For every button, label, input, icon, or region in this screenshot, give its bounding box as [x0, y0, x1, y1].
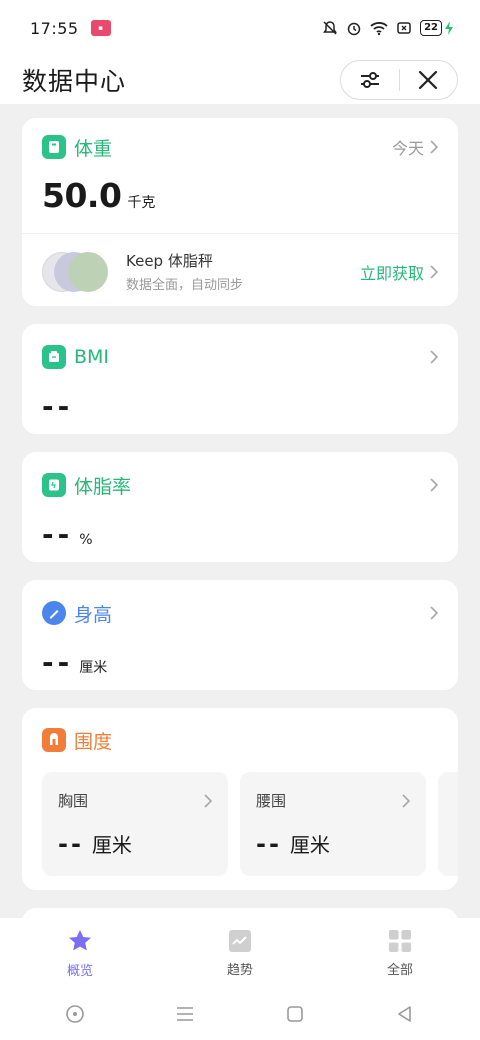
status-icons: 22: [322, 20, 454, 36]
weight-title: 体重: [74, 137, 113, 160]
girth-icon: [42, 728, 66, 752]
sim-icon: [397, 22, 411, 34]
body-fat-title: 体脂率: [74, 475, 132, 498]
status-bar: 17:55 ▪ 22: [0, 0, 480, 56]
height-detail-link[interactable]: [424, 606, 438, 620]
height-value-row: -- 厘米: [22, 646, 458, 679]
keep-text: Keep 体脂秤 数据全面，自动同步: [126, 250, 243, 293]
girth-value: --: [58, 830, 84, 858]
height-title: 身高: [74, 603, 113, 626]
weight-date: 今天: [391, 139, 424, 158]
keep-promo-row[interactable]: Keep 体脂秤 数据全面，自动同步 立即获取: [22, 233, 458, 309]
header-actions: [340, 60, 458, 100]
height-card[interactable]: 身高 -- 厘米: [22, 580, 458, 690]
scale-image: [42, 250, 110, 294]
bottom-nav: 概览 趋势 全部: [0, 918, 480, 988]
wifi-icon: [370, 22, 388, 36]
content-scroll[interactable]: 体重 今天 50.0 千克 Keep 体脂秤 数据全面，自动同步 立即获取 BM…: [0, 104, 480, 918]
weight-value: 50.0: [42, 176, 122, 215]
bmi-card-header: BMI: [22, 324, 458, 390]
get-now-label: 立即获取: [359, 263, 424, 283]
girth-label-row: 腰围: [256, 790, 410, 811]
alarm-icon: [347, 22, 361, 36]
weight-date-link[interactable]: 今天: [392, 135, 438, 159]
chevron-right-icon: [204, 793, 212, 808]
girth-unit: 厘米: [289, 833, 330, 857]
grid-icon: [389, 929, 411, 952]
system-nav-bar: [0, 988, 480, 1040]
menu-icon[interactable]: [175, 1004, 195, 1024]
status-time: 17:55: [30, 18, 79, 38]
girth-list[interactable]: 胸围 -- 厘米 腰围 -- 厘米: [22, 772, 458, 876]
app-header: 数据中心: [0, 56, 480, 104]
back-icon[interactable]: [395, 1004, 415, 1024]
trend-icon: [229, 929, 251, 952]
chevron-right-icon: [402, 793, 410, 808]
assistant-icon[interactable]: [65, 1004, 85, 1024]
charging-icon: [445, 21, 453, 35]
star-icon: [69, 929, 91, 950]
sliders-icon: [360, 72, 379, 88]
nav-all-label: 全部: [386, 962, 413, 978]
chevron-right-icon: [430, 606, 438, 620]
chevron-right-icon: [430, 478, 438, 492]
keep-title: Keep 体脂秤: [126, 252, 213, 270]
girth-label-row: 胸围: [58, 790, 212, 811]
girth-title: 围度: [74, 730, 113, 753]
nav-trend-label: 趋势: [226, 962, 253, 978]
body-fat-card[interactable]: 体脂率 -- %: [22, 452, 458, 562]
weight-card-header: 体重 今天: [22, 118, 458, 176]
battery-level: 22: [420, 20, 442, 36]
next-card-partial: [22, 908, 458, 918]
weight-unit: 千克: [127, 195, 156, 211]
nav-trend[interactable]: 趋势: [160, 918, 320, 988]
body-fat-value: --: [42, 518, 74, 551]
chevron-right-icon: [430, 264, 438, 279]
get-now-link[interactable]: 立即获取: [360, 260, 438, 284]
body-fat-icon: [42, 473, 66, 497]
bmi-value: --: [42, 390, 74, 423]
girth-label: 胸围: [58, 792, 89, 810]
girth-card-header: 围度: [22, 708, 458, 772]
girth-value-row: -- 厘米: [58, 829, 212, 858]
app-notification-icon: ▪: [90, 20, 111, 36]
close-icon: [419, 70, 438, 90]
chevron-right-icon: [430, 350, 438, 364]
home-icon[interactable]: [285, 1004, 305, 1024]
chevron-right-icon: [430, 140, 438, 154]
weight-card[interactable]: 体重 今天 50.0 千克 Keep 体脂秤 数据全面，自动同步 立即获取: [22, 118, 458, 306]
girth-item-waist[interactable]: 腰围 -- 厘米: [240, 772, 426, 876]
girth-unit: 厘米: [91, 833, 132, 857]
height-unit: 厘米: [79, 660, 108, 676]
keep-subtitle: 数据全面，自动同步: [126, 278, 244, 293]
bmi-detail-link[interactable]: [424, 350, 438, 364]
battery-indicator: 22: [420, 20, 454, 36]
girth-label: 腰围: [256, 792, 287, 810]
weight-icon: [42, 135, 66, 159]
mute-bell-icon: [323, 21, 338, 35]
bmi-value-row: --: [22, 390, 458, 423]
bmi-icon: [42, 345, 66, 369]
height-icon: [42, 601, 66, 625]
close-button[interactable]: [399, 60, 457, 100]
girth-item-next[interactable]: [438, 772, 458, 876]
height-card-header: 身高: [22, 580, 458, 646]
girth-card: 围度 胸围 -- 厘米 腰围 -- 厘米: [22, 708, 458, 890]
body-fat-card-header: 体脂率: [22, 452, 458, 518]
nav-overview[interactable]: 概览: [0, 918, 160, 988]
bmi-card[interactable]: BMI --: [22, 324, 458, 434]
bmi-title: BMI: [74, 346, 110, 368]
nav-overview-label: 概览: [66, 963, 93, 979]
filter-settings-button[interactable]: [341, 60, 399, 100]
body-fat-detail-link[interactable]: [424, 478, 438, 492]
body-fat-value-row: -- %: [22, 518, 458, 551]
page-title: 数据中心: [22, 67, 127, 96]
height-value: --: [42, 646, 74, 679]
body-fat-unit: %: [79, 532, 93, 548]
girth-value: --: [256, 830, 282, 858]
girth-item-chest[interactable]: 胸围 -- 厘米: [42, 772, 228, 876]
weight-value-row: 50.0 千克: [22, 176, 458, 215]
girth-value-row: -- 厘米: [256, 829, 410, 858]
nav-all[interactable]: 全部: [320, 918, 480, 988]
